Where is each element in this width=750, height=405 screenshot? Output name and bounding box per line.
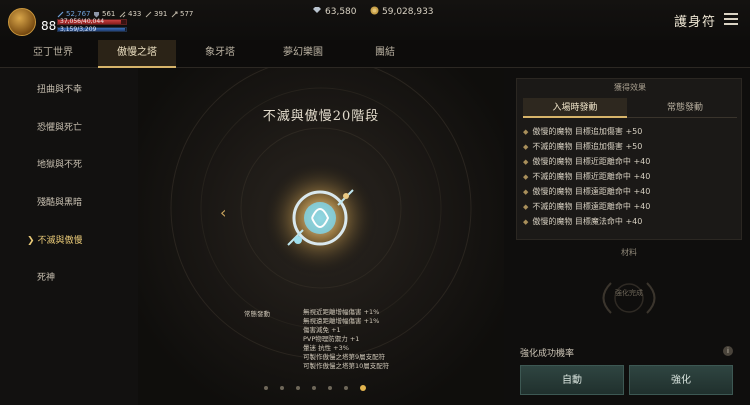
gem-icon [312,6,322,17]
gem-currency[interactable]: 63,580 [312,6,357,17]
top-status-bar: 88 52,767 561 433 391 577 37,056/40,044 … [0,0,750,40]
page-dot[interactable] [328,386,332,390]
ornament-icon [602,282,656,314]
success-rate-label: 強化成功機率 [520,349,575,359]
diamond-bullet-icon: ◆ [523,128,529,136]
blade-icon [119,11,126,18]
sidebar-item-reaper[interactable]: 死神 [0,267,138,289]
buff-text: 傲慢的魔物 目標遠距離命中 +40 [532,187,651,196]
stat-defense: 561 [93,10,115,18]
acquired-effects-box: 獲得效果 入場時發動 常態發動 ◆ 傲慢的魔物 目標追加傷害 +50 ◆ 不滅的魔物… [516,78,742,240]
sidebar-item-distortion[interactable]: 扭曲與不幸 [0,79,138,101]
tab-ivory-tower[interactable]: 象牙塔 [181,40,259,68]
stage-title: 不滅與傲慢20階段 [262,109,380,124]
list-item: ◆ 傲慢的魔物 目標魔法命中 +40 [523,214,737,229]
stat-value: 433 [128,10,142,18]
buff-text: 傲慢的魔物 目標追加傷害 +50 [532,127,643,136]
page-dot[interactable] [296,386,300,390]
buff-list: ◆ 傲慢的魔物 目標追加傷害 +50 ◆ 不滅的魔物 目標追加傷害 +50 ◆ 傲慢的… [523,124,737,229]
effect-line: 傷害減免 +1 [303,326,341,334]
materials-label: 材料 [621,248,637,257]
stat-attack: 52,767 [57,10,91,18]
buff-text: 傲慢的魔物 目標近距離命中 +40 [532,157,651,166]
stat-value: 391 [154,10,168,18]
tab-unity[interactable]: 團結 [346,40,424,68]
sidebar-item-cruelty[interactable]: 殘酷與黑暗 [0,192,138,214]
tab-dream-land[interactable]: 夢幻樂園 [264,40,342,68]
slash-icon [145,11,152,18]
effect-tabs: 入場時發動 常態發動 [523,98,737,118]
page-title: 護身符 [673,15,716,30]
diamond-bullet-icon: ◆ [523,188,529,196]
enhance-button[interactable]: 強化 [629,365,733,395]
diamond-bullet-icon: ◆ [523,218,529,226]
enhance-complete-text: 強化完成 [615,289,643,297]
amulet-icon [262,160,378,276]
list-item: ◆ 傲慢的魔物 目標遠距離命中 +40 [523,184,737,199]
effect-line: 可製作傲慢之塔第9層支配符 [303,353,386,361]
stat-melee: 433 [119,10,141,18]
effects-label: 常態發動 [244,310,270,318]
list-item: ◆ 不滅的魔物 目標遠距離命中 +40 [523,199,737,214]
stat-value: 52,767 [66,10,91,18]
tab-on-entry[interactable]: 入場時發動 [523,98,627,118]
tab-tower-of-insolence[interactable]: 傲慢之塔 [98,40,176,68]
stat-magic: 577 [171,10,193,18]
buff-text: 不滅的魔物 目標近距離命中 +40 [532,172,651,181]
shield-icon [93,11,100,18]
auto-button[interactable]: 自動 [520,365,624,395]
amulet-display: 不滅與傲慢20階段 ‹ 常態發動 無視近距離增幅傷害 +1% 無視遠距離增幅傷害… [138,68,504,405]
effect-line: 無視近距離增幅傷害 +1% [303,308,380,316]
gold-coin-icon [370,6,379,18]
page-dot-active[interactable] [360,385,366,391]
effect-line: 暈迷 抗性 +3% [303,344,349,352]
diamond-bullet-icon: ◆ [523,158,529,166]
stat-value: 561 [102,10,116,18]
sidebar-item-fear[interactable]: 恐懼與死亡 [0,117,138,139]
list-item: ◆ 傲慢的魔物 目標近距離命中 +40 [523,154,737,169]
effects-title: 獲得效果 [614,83,646,92]
menu-icon[interactable] [724,13,738,25]
level-number: 88 [41,19,57,33]
chevron-right-icon: ❯ [27,236,35,246]
gold-amount: 59,028,933 [382,7,434,17]
diamond-bullet-icon: ◆ [523,143,529,151]
mp-text: 3,159/3,209 [60,26,97,33]
effects-panel: 獲得效果 入場時發動 常態發動 ◆ 傲慢的魔物 目標追加傷害 +50 ◆ 不滅的魔物… [504,68,750,405]
effect-line: PVP物理防禦力 +1 [303,335,360,343]
effect-line: 可製作傲慢之塔第10層支配符 [303,362,390,370]
tab-passive[interactable]: 常態發動 [633,98,737,118]
diamond-bullet-icon: ◆ [523,173,529,181]
gem-amount: 63,580 [325,6,357,17]
previous-arrow-icon[interactable]: ‹ [220,203,226,222]
amulet-category-sidebar: 扭曲與不幸 恐懼與死亡 地獄與不死 殘酷與黑暗 ❯ 不滅與傲慢 死神 [0,68,138,405]
sidebar-item-immortal[interactable]: ❯ 不滅與傲慢 [0,230,138,252]
stat-value: 577 [180,10,194,18]
sidebar-item-hell[interactable]: 地獄與不死 [0,154,138,176]
buff-text: 不滅的魔物 目標追加傷害 +50 [532,142,643,151]
page-indicator [264,385,366,391]
list-item: ◆ 傲慢的魔物 目標追加傷害 +50 [523,124,737,139]
list-item: ◆ 不滅的魔物 目標追加傷害 +50 [523,139,737,154]
info-icon[interactable]: i [723,346,733,356]
stat-ranged: 391 [145,10,167,18]
effect-line: 無視遠距離增幅傷害 +1% [303,317,380,325]
page-dot[interactable] [280,386,284,390]
list-item: ◆ 不滅的魔物 目標近距離命中 +40 [523,169,737,184]
arrow-icon [171,11,178,18]
materials-area: 強化完成 [516,263,742,333]
gold-currency[interactable]: 59,028,933 [370,6,434,18]
sword-icon [57,11,64,18]
sidebar-item-label: 不滅與傲慢 [37,236,83,246]
category-tabs: 亞丁世界 傲慢之塔 象牙塔 夢幻樂園 團結 [0,40,750,68]
page-dot[interactable] [264,386,268,390]
character-emblem-icon[interactable] [8,8,36,36]
buff-text: 不滅的魔物 目標遠距離命中 +40 [532,202,651,211]
diamond-bullet-icon: ◆ [523,203,529,211]
hp-text: 37,056/40,044 [60,18,105,25]
buff-text: 傲慢的魔物 目標魔法命中 +40 [532,217,643,226]
tab-aden-world[interactable]: 亞丁世界 [14,40,92,68]
page-dot[interactable] [344,386,348,390]
page-dot[interactable] [312,386,316,390]
